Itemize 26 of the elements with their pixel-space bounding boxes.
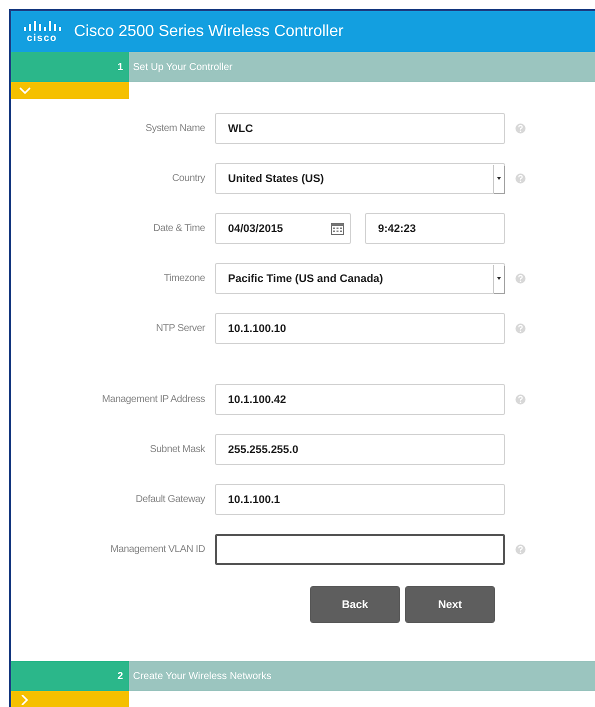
step-number: 1	[11, 52, 129, 82]
time-field[interactable]: 9:42:23	[365, 213, 505, 244]
field-label: Date & Time	[152, 223, 206, 234]
field-label: Timezone	[162, 273, 206, 284]
field-label: Management VLAN ID	[109, 544, 206, 555]
logo-text: cisco	[26, 32, 58, 44]
dropdown[interactable]: United States (US)	[215, 163, 505, 194]
input-field[interactable]: WLC	[215, 113, 505, 144]
step-title: Create Your Wireless Networks	[132, 670, 272, 682]
back-button[interactable]: Back	[310, 586, 400, 623]
step-title: Set Up Your Controller	[132, 62, 233, 72]
input-field[interactable]: 10.1.100.10	[215, 313, 505, 344]
field-label: Default Gateway	[134, 494, 206, 505]
field-label: Subnet Mask	[148, 444, 206, 455]
window-title: Cisco 2500 Series Wireless Controller	[74, 22, 344, 40]
field-label: Management IP Address	[100, 394, 206, 405]
field-label: System Name	[144, 123, 206, 134]
next-button[interactable]: Next	[405, 586, 495, 623]
field-label: NTP Server	[154, 323, 206, 334]
input-field[interactable]: 255.255.255.0	[215, 434, 505, 465]
dropdown[interactable]: Pacific Time (US and Canada)	[215, 263, 505, 294]
input-field[interactable]: 10.1.100.42	[215, 384, 505, 415]
date-field[interactable]: 04/03/2015	[215, 213, 351, 244]
input-field[interactable]: 10.1.100.1	[215, 484, 505, 515]
step-number: 2	[11, 661, 129, 691]
field-label: Country	[171, 173, 206, 184]
